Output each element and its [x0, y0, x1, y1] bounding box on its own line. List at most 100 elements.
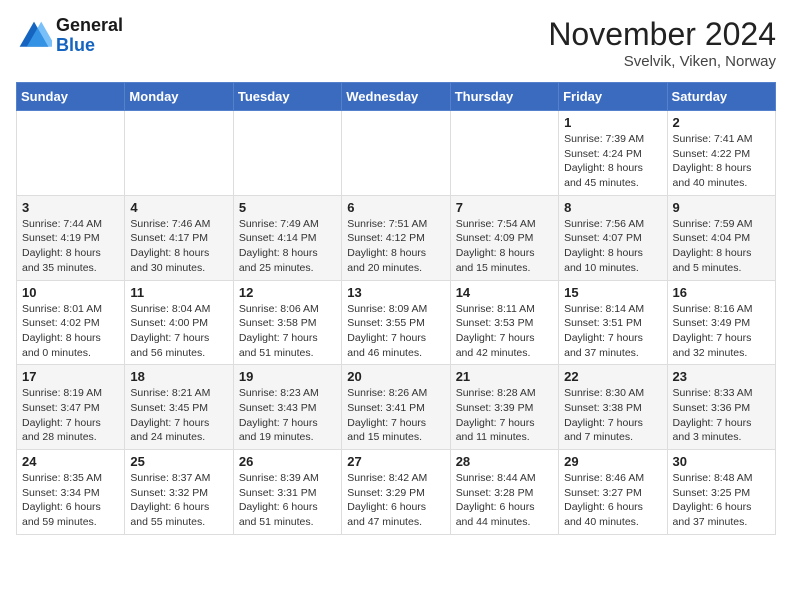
page-header: General Blue November 2024 Svelvik, Vike… [16, 16, 776, 70]
calendar-week-row: 10Sunrise: 8:01 AM Sunset: 4:02 PM Dayli… [17, 280, 776, 365]
calendar-cell: 25Sunrise: 8:37 AM Sunset: 3:32 PM Dayli… [125, 450, 233, 535]
calendar-cell: 20 Sunrise: 8:26 AM Sunset: 3:41 PM Dayli… [342, 365, 450, 450]
calendar-table: SundayMondayTuesdayWednesdayThursdayFrid… [16, 82, 776, 535]
day-info: Sunrise: 8:19 AM Sunset: 3:47 PM Dayligh… [22, 386, 119, 445]
day-info: Sunrise: 8:48 AM Sunset: 3:25 PM Dayligh… [673, 471, 770, 530]
day-number: 26 [239, 454, 336, 469]
calendar-cell: 3 Sunrise: 7:44 AM Sunset: 4:19 PM Daylig… [17, 195, 125, 280]
day-number: 30 [673, 454, 770, 469]
day-info: Sunrise: 8:26 AM Sunset: 3:41 PM Dayligh… [347, 386, 444, 445]
calendar-cell: 6Sunrise: 7:51 AM Sunset: 4:12 PM Daylig… [342, 195, 450, 280]
calendar-cell: 26 Sunrise: 8:39 AM Sunset: 3:31 PM Dayli… [233, 450, 341, 535]
calendar-week-row: 3 Sunrise: 7:44 AM Sunset: 4:19 PM Daylig… [17, 195, 776, 280]
header-thursday: Thursday [450, 83, 558, 111]
calendar-cell: 24 Sunrise: 8:35 AM Sunset: 3:34 PM Dayli… [17, 450, 125, 535]
calendar-cell [450, 111, 558, 196]
calendar-cell: 17Sunrise: 8:19 AM Sunset: 3:47 PM Dayli… [17, 365, 125, 450]
day-info: Sunrise: 7:54 AM Sunset: 4:09 PM Dayligh… [456, 217, 553, 276]
calendar-cell: 21 Sunrise: 8:28 AM Sunset: 3:39 PM Dayli… [450, 365, 558, 450]
calendar-cell: 7 Sunrise: 7:54 AM Sunset: 4:09 PM Daylig… [450, 195, 558, 280]
day-number: 22 [564, 369, 661, 384]
calendar-cell: 13Sunrise: 8:09 AM Sunset: 3:55 PM Dayli… [342, 280, 450, 365]
calendar-cell: 12 Sunrise: 8:06 AM Sunset: 3:58 PM Dayli… [233, 280, 341, 365]
logo-icon [16, 18, 52, 54]
day-number: 19 [239, 369, 336, 384]
calendar-week-row: 24 Sunrise: 8:35 AM Sunset: 3:34 PM Dayli… [17, 450, 776, 535]
calendar-cell: 23 Sunrise: 8:33 AM Sunset: 3:36 PM Dayli… [667, 365, 775, 450]
calendar-cell: 28 Sunrise: 8:44 AM Sunset: 3:28 PM Dayli… [450, 450, 558, 535]
day-info: Sunrise: 7:41 AM Sunset: 4:22 PM Dayligh… [673, 132, 770, 191]
day-info: Sunrise: 8:42 AM Sunset: 3:29 PM Dayligh… [347, 471, 444, 530]
day-info: Sunrise: 8:35 AM Sunset: 3:34 PM Dayligh… [22, 471, 119, 530]
day-info: Sunrise: 8:44 AM Sunset: 3:28 PM Dayligh… [456, 471, 553, 530]
title-block: November 2024 Svelvik, Viken, Norway [548, 16, 776, 70]
day-number: 23 [673, 369, 770, 384]
day-info: Sunrise: 7:39 AM Sunset: 4:24 PM Dayligh… [564, 132, 661, 191]
calendar-cell: 14 Sunrise: 8:11 AM Sunset: 3:53 PM Dayli… [450, 280, 558, 365]
day-number: 2 [673, 115, 770, 130]
day-number: 18 [130, 369, 227, 384]
location: Svelvik, Viken, Norway [548, 53, 776, 70]
calendar-week-row: 17Sunrise: 8:19 AM Sunset: 3:47 PM Dayli… [17, 365, 776, 450]
day-info: Sunrise: 8:33 AM Sunset: 3:36 PM Dayligh… [673, 386, 770, 445]
calendar-week-row: 1 Sunrise: 7:39 AM Sunset: 4:24 PM Daylig… [17, 111, 776, 196]
calendar-cell: 19 Sunrise: 8:23 AM Sunset: 3:43 PM Dayli… [233, 365, 341, 450]
day-info: Sunrise: 8:11 AM Sunset: 3:53 PM Dayligh… [456, 302, 553, 361]
calendar-cell: 27 Sunrise: 8:42 AM Sunset: 3:29 PM Dayli… [342, 450, 450, 535]
calendar-cell: 10Sunrise: 8:01 AM Sunset: 4:02 PM Dayli… [17, 280, 125, 365]
day-info: Sunrise: 7:44 AM Sunset: 4:19 PM Dayligh… [22, 217, 119, 276]
day-info: Sunrise: 8:30 AM Sunset: 3:38 PM Dayligh… [564, 386, 661, 445]
day-number: 5 [239, 200, 336, 215]
day-number: 15 [564, 285, 661, 300]
header-sunday: Sunday [17, 83, 125, 111]
day-number: 12 [239, 285, 336, 300]
day-info: Sunrise: 8:21 AM Sunset: 3:45 PM Dayligh… [130, 386, 227, 445]
day-info: Sunrise: 8:46 AM Sunset: 3:27 PM Dayligh… [564, 471, 661, 530]
calendar-cell [17, 111, 125, 196]
logo-text: General Blue [56, 16, 123, 56]
logo: General Blue [16, 16, 123, 56]
day-info: Sunrise: 8:06 AM Sunset: 3:58 PM Dayligh… [239, 302, 336, 361]
header-friday: Friday [559, 83, 667, 111]
calendar-cell: 5 Sunrise: 7:49 AM Sunset: 4:14 PM Daylig… [233, 195, 341, 280]
calendar-cell: 15 Sunrise: 8:14 AM Sunset: 3:51 PM Dayli… [559, 280, 667, 365]
day-number: 29 [564, 454, 661, 469]
calendar-cell: 8 Sunrise: 7:56 AM Sunset: 4:07 PM Daylig… [559, 195, 667, 280]
day-number: 6 [347, 200, 444, 215]
day-number: 16 [673, 285, 770, 300]
day-number: 28 [456, 454, 553, 469]
day-number: 24 [22, 454, 119, 469]
day-number: 14 [456, 285, 553, 300]
calendar-cell: 22 Sunrise: 8:30 AM Sunset: 3:38 PM Dayli… [559, 365, 667, 450]
calendar-cell [342, 111, 450, 196]
day-info: Sunrise: 8:23 AM Sunset: 3:43 PM Dayligh… [239, 386, 336, 445]
day-number: 1 [564, 115, 661, 130]
calendar-cell: 30 Sunrise: 8:48 AM Sunset: 3:25 PM Dayli… [667, 450, 775, 535]
day-number: 27 [347, 454, 444, 469]
calendar-cell [233, 111, 341, 196]
day-number: 8 [564, 200, 661, 215]
day-info: Sunrise: 8:39 AM Sunset: 3:31 PM Dayligh… [239, 471, 336, 530]
header-monday: Monday [125, 83, 233, 111]
day-info: Sunrise: 8:28 AM Sunset: 3:39 PM Dayligh… [456, 386, 553, 445]
header-saturday: Saturday [667, 83, 775, 111]
day-info: Sunrise: 8:14 AM Sunset: 3:51 PM Dayligh… [564, 302, 661, 361]
day-info: Sunrise: 7:49 AM Sunset: 4:14 PM Dayligh… [239, 217, 336, 276]
calendar-cell: 2 Sunrise: 7:41 AM Sunset: 4:22 PM Daylig… [667, 111, 775, 196]
day-number: 11 [130, 285, 227, 300]
day-number: 21 [456, 369, 553, 384]
calendar-cell: 1 Sunrise: 7:39 AM Sunset: 4:24 PM Daylig… [559, 111, 667, 196]
calendar-cell: 16Sunrise: 8:16 AM Sunset: 3:49 PM Dayli… [667, 280, 775, 365]
calendar-header-row: SundayMondayTuesdayWednesdayThursdayFrid… [17, 83, 776, 111]
day-info: Sunrise: 7:46 AM Sunset: 4:17 PM Dayligh… [130, 217, 227, 276]
day-number: 10 [22, 285, 119, 300]
day-number: 20 [347, 369, 444, 384]
day-number: 3 [22, 200, 119, 215]
day-number: 7 [456, 200, 553, 215]
day-number: 4 [130, 200, 227, 215]
calendar-cell: 11 Sunrise: 8:04 AM Sunset: 4:00 PM Dayli… [125, 280, 233, 365]
calendar-cell [125, 111, 233, 196]
day-number: 13 [347, 285, 444, 300]
day-info: Sunrise: 7:56 AM Sunset: 4:07 PM Dayligh… [564, 217, 661, 276]
day-info: Sunrise: 8:04 AM Sunset: 4:00 PM Dayligh… [130, 302, 227, 361]
